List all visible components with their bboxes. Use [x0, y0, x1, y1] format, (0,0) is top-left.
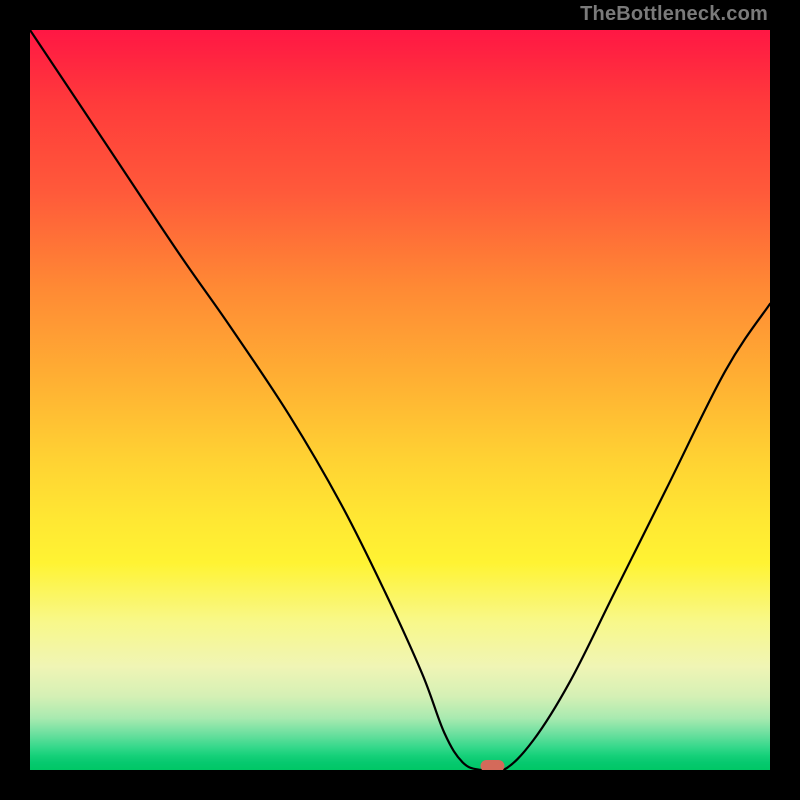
- plot-area: [30, 30, 770, 770]
- plot-svg: [30, 30, 770, 770]
- bottleneck-curve: [30, 30, 770, 770]
- chart-frame: TheBottleneck.com: [0, 0, 800, 800]
- attribution-text: TheBottleneck.com: [580, 3, 768, 26]
- min-marker: [481, 760, 505, 770]
